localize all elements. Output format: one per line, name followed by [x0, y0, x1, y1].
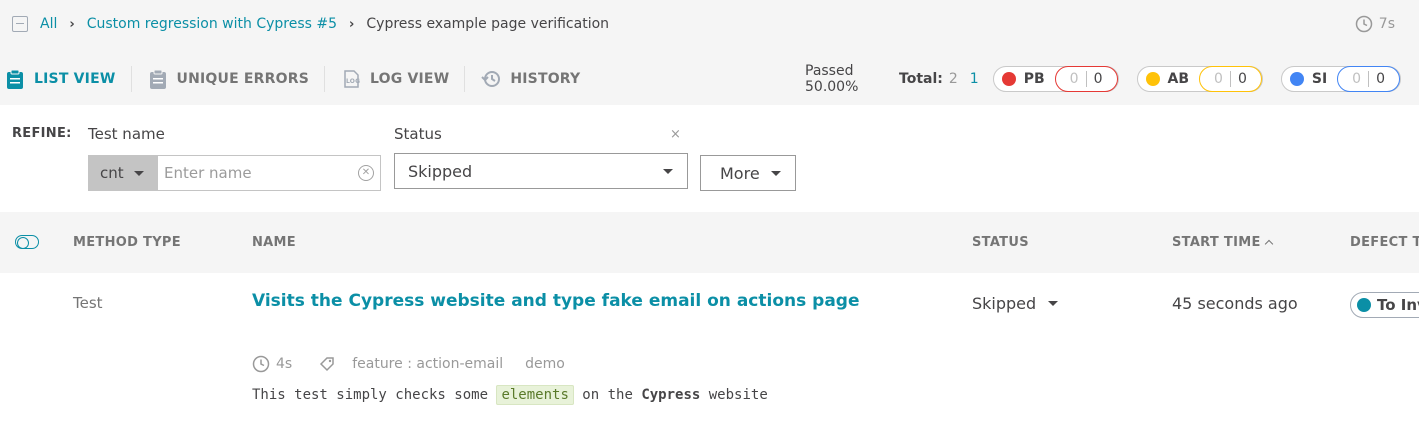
divider [1229, 71, 1231, 87]
tab-log-view[interactable]: LOG LOG VIEW [324, 66, 464, 92]
caret-down-icon [771, 170, 781, 176]
refine-label: REFINE: [12, 126, 72, 141]
header-status[interactable]: STATUS [972, 235, 1029, 250]
tab-list-view[interactable]: LIST VIEW [4, 68, 131, 90]
tab-label: UNIQUE ERRORS [176, 71, 309, 87]
defect-count-all: 0 [1352, 71, 1362, 87]
description-text: on the [573, 387, 642, 403]
description-text: website [700, 387, 768, 403]
system-issue-dot-icon [1289, 72, 1304, 86]
status-label: Status [394, 125, 442, 143]
defect-count-filtered: 0 [1376, 71, 1385, 87]
collapse-icon[interactable] [12, 16, 28, 32]
clear-icon[interactable]: ✕ [358, 165, 374, 181]
chevron-right-icon: › [349, 16, 355, 32]
row-attribute[interactable]: feature : action-email [352, 356, 503, 372]
test-name-input[interactable] [158, 155, 381, 191]
row-status-dropdown[interactable]: Skipped [972, 294, 1059, 313]
description-text: This test simply checks some [252, 387, 497, 403]
total-label: Total: [899, 71, 943, 87]
row-tag[interactable]: demo [525, 356, 565, 372]
tab-unique-errors[interactable]: UNIQUE ERRORS [130, 66, 325, 92]
table-header: METHOD TYPE NAME STATUS START TIME DEFEC… [0, 212, 1419, 273]
header-defect-type[interactable]: DEFECT TY [1350, 235, 1419, 250]
status-value: Skipped [408, 161, 473, 181]
defect-counts[interactable]: 0 0 [1054, 66, 1118, 92]
chevron-right-icon: › [69, 16, 75, 32]
row-status-value: Skipped [972, 294, 1037, 313]
toggle-icon[interactable] [15, 235, 39, 249]
defect-count-filtered: 0 [1093, 71, 1103, 87]
row-duration: 4s [276, 356, 293, 372]
tab-label: HISTORY [510, 71, 581, 87]
row-description: This test simply checks some elements on… [252, 385, 768, 405]
clock-icon [252, 355, 270, 373]
clipboard-icon [149, 69, 166, 89]
to-investigate-dot-icon [1357, 298, 1371, 312]
total-count-filtered[interactable]: 1 [970, 71, 979, 87]
clock-icon [1355, 15, 1373, 33]
total-count[interactable]: 2 [949, 71, 958, 87]
condition-value: cnt [100, 164, 124, 182]
passed-rate: Passed 50.00% [805, 63, 859, 95]
divider [1368, 71, 1370, 87]
history-icon [481, 71, 501, 87]
row-method-type: Test [73, 294, 103, 312]
defect-pb[interactable]: PB 0 0 [992, 66, 1119, 92]
svg-text:LOG: LOG [346, 78, 360, 85]
tag-icon [320, 357, 334, 372]
header-name[interactable]: NAME [252, 235, 296, 250]
breadcrumb-all[interactable]: All [40, 16, 57, 32]
duration-value: 7s [1378, 16, 1395, 32]
status-dropdown[interactable]: Skipped [394, 153, 688, 189]
defect-count-filtered: 0 [1237, 71, 1247, 87]
breadcrumb-current: Cypress example page verification [366, 16, 610, 32]
more-filters-button[interactable]: More [700, 155, 796, 191]
row-test-name-link[interactable]: Visits the Cypress website and type fake… [252, 291, 860, 311]
row-defect-badge[interactable]: To Inv [1350, 292, 1419, 318]
close-icon[interactable]: × [670, 127, 681, 142]
defect-counts[interactable]: 0 0 [1337, 66, 1400, 92]
caret-down-icon [133, 170, 144, 176]
sort-ascending-icon [1264, 239, 1273, 249]
caret-down-icon [1048, 301, 1059, 306]
caret-down-icon [663, 168, 673, 174]
defect-si[interactable]: SI 0 0 [1280, 66, 1401, 92]
log-icon: LOG [344, 70, 360, 88]
more-label: More [720, 163, 760, 183]
tab-label: LOG VIEW [370, 71, 450, 87]
automation-bug-dot-icon [1145, 72, 1160, 86]
header-start-time-label: START TIME [1172, 235, 1261, 250]
condition-dropdown[interactable]: cnt [88, 155, 158, 191]
view-tabs: LIST VIEW UNIQUE ERRORS LOG LOG VIEW HIS… [4, 62, 595, 96]
row-defect-label: To Inv [1377, 296, 1419, 314]
row-start-time: 45 seconds ago [1172, 294, 1298, 313]
tab-label: LIST VIEW [34, 71, 116, 87]
divider [1085, 71, 1087, 87]
defect-name: PB [1023, 71, 1045, 87]
tab-history[interactable]: HISTORY [464, 66, 595, 92]
breadcrumb-launch[interactable]: Custom regression with Cypress #5 [87, 16, 337, 32]
clipboard-icon [7, 69, 23, 89]
description-bold: Cypress [641, 387, 701, 403]
defect-count-all: 0 [1069, 71, 1079, 87]
header-start-time[interactable]: START TIME [1172, 235, 1273, 250]
header-method-type[interactable]: METHOD TYPE [73, 235, 181, 250]
product-bug-dot-icon [1001, 72, 1016, 86]
row-meta: 4s feature : action-email demo [252, 354, 565, 374]
defect-count-all: 0 [1214, 71, 1223, 87]
description-code: elements [496, 385, 574, 405]
launch-duration: 7s [1355, 12, 1395, 36]
test-name-label: Test name [88, 125, 165, 143]
defect-ab[interactable]: AB 0 0 [1136, 66, 1263, 92]
defect-name: SI [1311, 71, 1328, 87]
defect-counts[interactable]: 0 0 [1199, 66, 1262, 92]
launch-stats: Passed 50.00% Total: 2 1 PB 0 0 AB 0 0 S… [805, 63, 1419, 95]
breadcrumb: All › Custom regression with Cypress #5 … [12, 12, 609, 36]
defect-name: AB [1167, 71, 1190, 87]
